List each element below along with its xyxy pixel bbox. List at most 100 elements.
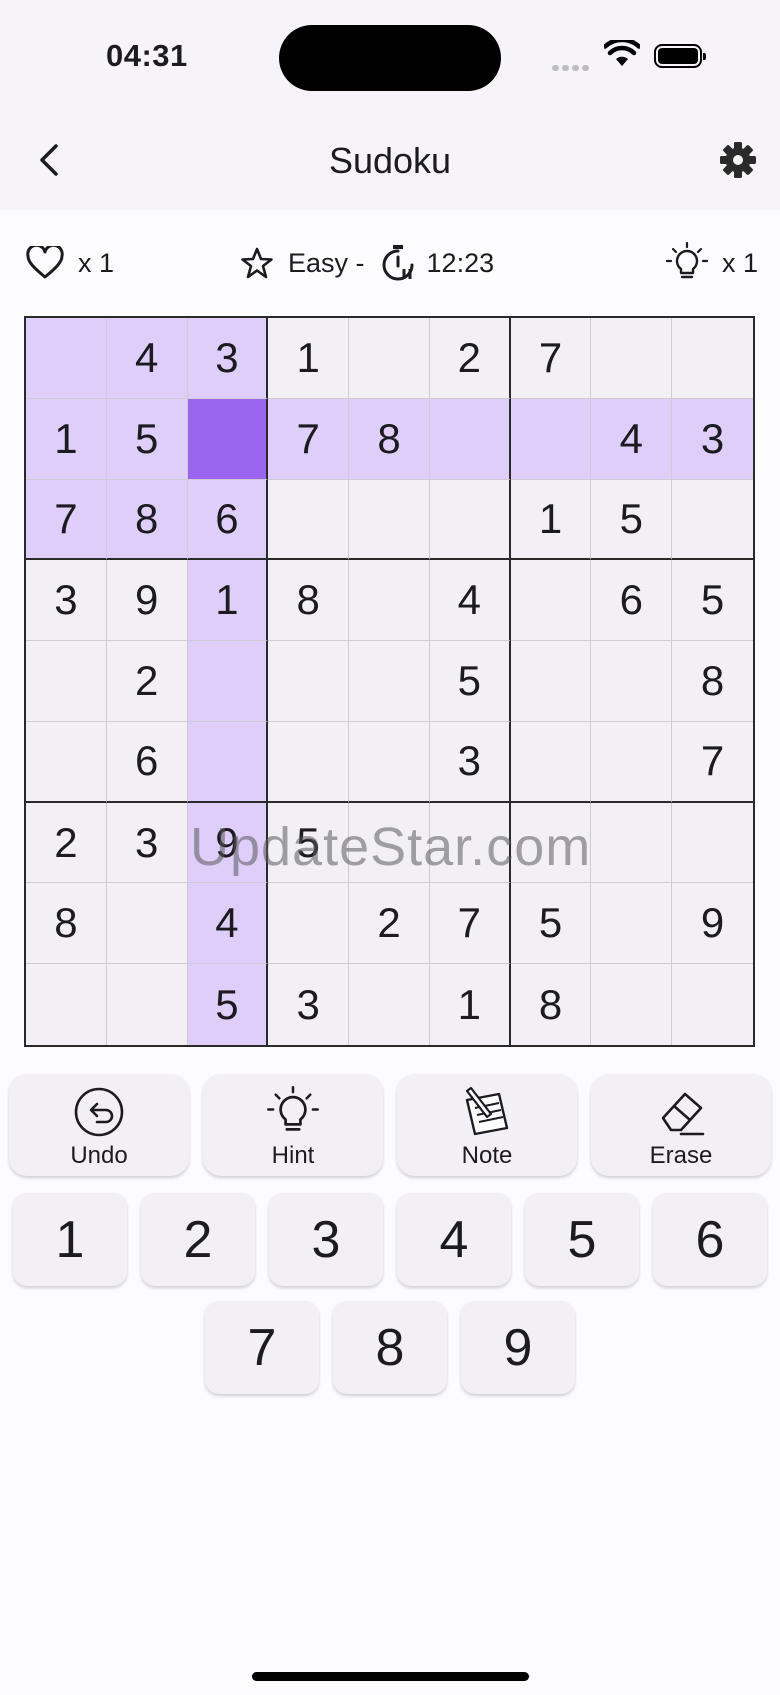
sudoku-cell[interactable] [349, 964, 430, 1045]
number-button-2[interactable]: 2 [141, 1193, 255, 1286]
sudoku-cell[interactable]: 4 [591, 398, 673, 480]
sudoku-cell[interactable]: 7 [268, 398, 350, 480]
sudoku-cell[interactable] [349, 479, 430, 561]
number-button-8[interactable]: 8 [333, 1301, 447, 1394]
sudoku-cell[interactable]: 4 [187, 883, 269, 965]
number-button-9[interactable]: 9 [461, 1301, 575, 1394]
difficulty-label: Easy - [288, 247, 365, 278]
sudoku-cell[interactable]: 3 [26, 560, 107, 642]
sudoku-cell[interactable]: 8 [349, 398, 430, 480]
sudoku-cell[interactable]: 5 [187, 964, 269, 1045]
note-button[interactable]: Note [397, 1074, 577, 1176]
sudoku-cell[interactable]: 8 [672, 641, 753, 722]
sudoku-cell[interactable]: 7 [672, 721, 753, 803]
sudoku-cell[interactable] [26, 318, 107, 399]
eraser-icon [661, 1092, 705, 1136]
sudoku-cell[interactable] [349, 560, 430, 642]
number-button-7[interactable]: 7 [205, 1301, 319, 1394]
sudoku-cell[interactable]: 7 [26, 479, 107, 561]
app-bar: Sudoku [0, 120, 780, 210]
settings-gear-icon[interactable] [718, 140, 758, 180]
sudoku-cell[interactable]: 1 [268, 318, 350, 399]
sudoku-cell[interactable] [268, 641, 350, 722]
sudoku-cell[interactable]: 2 [106, 641, 188, 722]
sudoku-cell-selected[interactable] [187, 398, 269, 480]
sudoku-cell[interactable]: 8 [106, 479, 188, 561]
sudoku-cell[interactable]: 6 [106, 721, 188, 803]
sudoku-cell[interactable] [672, 479, 753, 561]
sudoku-cell[interactable]: 2 [26, 802, 107, 884]
sudoku-cell[interactable]: 9 [106, 560, 188, 642]
sudoku-cell[interactable]: 4 [106, 318, 188, 399]
sudoku-cell[interactable] [510, 560, 592, 642]
sudoku-cell[interactable]: 4 [429, 560, 511, 642]
sudoku-cell[interactable]: 5 [591, 479, 673, 561]
sudoku-cell[interactable]: 1 [429, 964, 511, 1045]
sudoku-cell[interactable]: 7 [510, 318, 592, 399]
sudoku-cell[interactable]: 3 [672, 398, 753, 480]
sudoku-cell[interactable]: 1 [510, 479, 592, 561]
sudoku-cell[interactable]: 3 [187, 318, 269, 399]
sudoku-cell[interactable]: 9 [187, 802, 269, 884]
erase-button[interactable]: Erase [591, 1074, 771, 1176]
sudoku-cell[interactable] [429, 398, 511, 480]
sudoku-cell[interactable] [591, 641, 673, 722]
number-button-4[interactable]: 4 [397, 1193, 511, 1286]
sudoku-cell[interactable]: 1 [187, 560, 269, 642]
sudoku-cell[interactable] [26, 641, 107, 722]
sudoku-cell[interactable] [672, 802, 753, 884]
sudoku-cell[interactable]: 7 [429, 883, 511, 965]
sudoku-cell[interactable] [268, 721, 350, 803]
status-bar: 04:31 [0, 0, 780, 120]
sudoku-cell[interactable]: 6 [591, 560, 673, 642]
sudoku-cell[interactable] [672, 318, 753, 399]
sudoku-cell[interactable]: 5 [510, 883, 592, 965]
sudoku-cell[interactable] [510, 721, 592, 803]
sudoku-cell[interactable] [672, 964, 753, 1045]
sudoku-cell[interactable]: 8 [510, 964, 592, 1045]
sudoku-cell[interactable] [106, 964, 188, 1045]
sudoku-cell[interactable] [510, 641, 592, 722]
sudoku-cell[interactable]: 9 [672, 883, 753, 965]
sudoku-cell[interactable]: 5 [672, 560, 753, 642]
sudoku-cell[interactable] [349, 318, 430, 399]
sudoku-cell[interactable] [187, 641, 269, 722]
hint-button[interactable]: Hint [203, 1074, 383, 1176]
sudoku-cell[interactable] [429, 802, 511, 884]
sudoku-cell[interactable] [268, 479, 350, 561]
sudoku-cell[interactable] [591, 802, 673, 884]
sudoku-cell[interactable] [591, 721, 673, 803]
sudoku-cell[interactable] [349, 802, 430, 884]
sudoku-cell[interactable]: 3 [106, 802, 188, 884]
number-button-6[interactable]: 6 [653, 1193, 767, 1286]
sudoku-cell[interactable] [591, 883, 673, 965]
sudoku-cell[interactable]: 2 [349, 883, 430, 965]
sudoku-cell[interactable]: 8 [26, 883, 107, 965]
sudoku-cell[interactable] [591, 964, 673, 1045]
sudoku-cell[interactable] [26, 721, 107, 803]
sudoku-cell[interactable] [429, 479, 511, 561]
stopwatch-icon [382, 245, 414, 281]
sudoku-cell[interactable]: 5 [106, 398, 188, 480]
sudoku-cell[interactable]: 8 [268, 560, 350, 642]
sudoku-cell[interactable]: 5 [429, 641, 511, 722]
sudoku-cell[interactable] [187, 721, 269, 803]
sudoku-cell[interactable]: 3 [268, 964, 350, 1045]
undo-button[interactable]: Undo [9, 1074, 189, 1176]
sudoku-cell[interactable] [268, 883, 350, 965]
sudoku-cell[interactable] [26, 964, 107, 1045]
sudoku-cell[interactable]: 3 [429, 721, 511, 803]
sudoku-cell[interactable] [510, 802, 592, 884]
sudoku-cell[interactable]: 1 [26, 398, 107, 480]
sudoku-cell[interactable] [349, 641, 430, 722]
sudoku-cell[interactable] [591, 318, 673, 399]
sudoku-cell[interactable] [106, 883, 188, 965]
sudoku-cell[interactable]: 5 [268, 802, 350, 884]
number-button-1[interactable]: 1 [13, 1193, 127, 1286]
sudoku-cell[interactable]: 6 [187, 479, 269, 561]
number-button-3[interactable]: 3 [269, 1193, 383, 1286]
sudoku-cell[interactable]: 2 [429, 318, 511, 399]
number-button-5[interactable]: 5 [525, 1193, 639, 1286]
sudoku-cell[interactable] [510, 398, 592, 480]
sudoku-cell[interactable] [349, 721, 430, 803]
